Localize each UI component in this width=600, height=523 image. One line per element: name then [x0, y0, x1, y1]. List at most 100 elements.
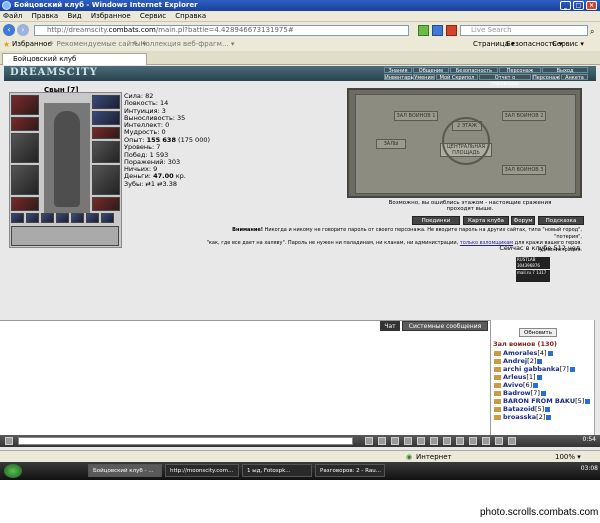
tab-system-messages[interactable]: Системные сообщения [402, 321, 488, 331]
armor-slot[interactable] [11, 165, 39, 195]
player-list-item[interactable]: Batazoid[5] [494, 405, 551, 413]
mailru-counter[interactable]: mail.ru 7 1317 [516, 270, 550, 282]
club-map-button[interactable]: Карта клуба [463, 216, 509, 225]
nav-character[interactable]: Персонаж [499, 67, 541, 74]
refresh-button[interactable]: Обновить [519, 328, 557, 337]
nav-knowledge[interactable]: Знания [384, 67, 412, 74]
nav-transfers[interactable]: Отчет о переводах [479, 74, 531, 87]
nav-scroll[interactable]: Мой Скрипол [436, 74, 478, 81]
map-room-warriors-1[interactable]: ЗАЛ ВОИНОВ 1 [394, 111, 438, 121]
forward-button[interactable]: › [17, 24, 29, 36]
shield-slot[interactable] [92, 165, 120, 195]
nav-profile[interactable]: Анкета [561, 74, 588, 81]
settings-icon[interactable] [469, 437, 477, 445]
inventory-icon[interactable] [456, 437, 464, 445]
translit-icon[interactable] [417, 437, 425, 445]
fights-button[interactable]: Поединки [412, 216, 460, 225]
map-room-warriors-2[interactable]: ЗАЛ ВОИНОВ 2 [502, 111, 546, 121]
address-input[interactable]: http://dreamscity.combats.com/main.pl?ba… [34, 25, 409, 36]
fight-icon[interactable] [443, 437, 451, 445]
gloves-slot[interactable] [92, 141, 120, 163]
character-figure[interactable] [44, 103, 90, 213]
map-room-halls[interactable]: ЗАЛЫ [376, 139, 406, 149]
info-icon[interactable] [537, 358, 543, 364]
help-icon[interactable] [482, 437, 490, 445]
nav-skills[interactable]: Умения [413, 74, 435, 81]
rustlab-counter[interactable]: RUSTLAB 304396876 [516, 257, 550, 269]
mail-icon[interactable] [495, 437, 503, 445]
info-icon[interactable] [536, 374, 542, 380]
scroll-slot-7[interactable] [101, 213, 114, 223]
nav-exit[interactable]: Выход [542, 67, 588, 74]
send-icon[interactable] [365, 437, 373, 445]
task-fotospk[interactable]: 1 ыд, Fotospk... [242, 464, 312, 477]
menu-file[interactable]: Файл [3, 12, 22, 20]
scroll-slot-6[interactable] [86, 213, 99, 223]
nav-person[interactable]: Персонаж [532, 74, 560, 81]
maximize-button[interactable]: □ [573, 1, 584, 10]
start-button[interactable] [4, 464, 22, 478]
amulet-slot[interactable] [92, 111, 120, 125]
star-icon[interactable]: ★ [3, 41, 10, 49]
nav-security[interactable]: Безопасность [450, 67, 498, 74]
task-combats[interactable]: Бойцовский клуб - ... [88, 464, 162, 477]
hint-button[interactable]: Подсказка [538, 216, 584, 225]
go-icon[interactable] [418, 25, 429, 36]
tab-combats[interactable]: Бойцовский клуб [2, 53, 147, 65]
task-conversations[interactable]: Разговоров: 2 - Rau... [315, 464, 385, 477]
info-icon[interactable] [533, 382, 539, 388]
exit-icon[interactable] [508, 437, 516, 445]
menu-view[interactable]: Вид [67, 12, 81, 20]
clear-icon[interactable] [391, 437, 399, 445]
player-list-item[interactable]: Avivo[6] [494, 381, 539, 389]
smile-icon[interactable] [378, 437, 386, 445]
scroll-slot-4[interactable] [56, 213, 69, 223]
info-icon[interactable] [585, 398, 591, 404]
info-icon[interactable] [547, 350, 553, 356]
player-list-item[interactable]: Andrej[2] [494, 357, 543, 365]
close-button[interactable]: × [586, 1, 597, 10]
refresh-icon[interactable] [432, 25, 443, 36]
pocket-slots[interactable] [11, 226, 119, 246]
nav-inventory[interactable]: Инвентарь [384, 74, 413, 81]
player-list-item[interactable]: Badrow[7] [494, 389, 546, 397]
chat-input[interactable] [18, 437, 353, 445]
player-list-item[interactable]: archi gabbanka[7] [494, 365, 575, 373]
menu-edit[interactable]: Правка [32, 12, 59, 20]
info-icon[interactable] [569, 366, 575, 372]
favorites-link-2[interactable]: ⚘ Коллекция веб-фрагм... ▾ [132, 38, 234, 51]
scroll-slot-2[interactable] [26, 213, 39, 223]
boots-slot[interactable] [92, 197, 120, 211]
favorites-button[interactable]: Избранное [12, 38, 52, 51]
player-list-item[interactable]: BARON FROM BAKU[5] [494, 397, 591, 405]
tools-menu[interactable]: Сервис ▾ [552, 38, 584, 51]
back-button[interactable]: ‹ [3, 24, 15, 36]
search-input[interactable]: Live Search [460, 25, 588, 36]
info-icon[interactable] [546, 414, 552, 420]
chat-menu-icon[interactable] [5, 437, 13, 445]
nav-communication[interactable]: Общение [413, 67, 449, 74]
helmet-slot[interactable] [11, 95, 39, 115]
earring-slot[interactable] [92, 95, 120, 109]
player-list-item[interactable]: Arleus[1] [494, 373, 542, 381]
player-list-item[interactable]: Amorales[4] [494, 349, 553, 357]
menu-tools[interactable]: Сервис [140, 12, 166, 20]
search-icon[interactable]: ⌕ [590, 27, 594, 37]
bracer-slot[interactable] [11, 117, 39, 131]
scroll-slot-3[interactable] [41, 213, 54, 223]
info-icon[interactable] [545, 406, 551, 412]
scroll-slot-1[interactable] [11, 213, 24, 223]
chat-log[interactable] [0, 320, 490, 436]
sound-icon[interactable] [430, 437, 438, 445]
map-room-warriors-3[interactable]: ЗАЛ ВОИНОВ 3 [502, 165, 546, 175]
ring-slot[interactable] [92, 127, 120, 139]
forum-button[interactable]: Форум [511, 216, 535, 225]
menu-help[interactable]: Справка [175, 12, 206, 20]
task-moonscity[interactable]: http://moonscity.com... [165, 464, 239, 477]
minimize-button[interactable]: _ [560, 1, 571, 10]
weapon-slot[interactable] [11, 133, 39, 163]
stop-icon[interactable] [446, 25, 457, 36]
belt-slot[interactable] [11, 197, 39, 211]
filter-icon[interactable] [404, 437, 412, 445]
info-icon[interactable] [540, 390, 546, 396]
